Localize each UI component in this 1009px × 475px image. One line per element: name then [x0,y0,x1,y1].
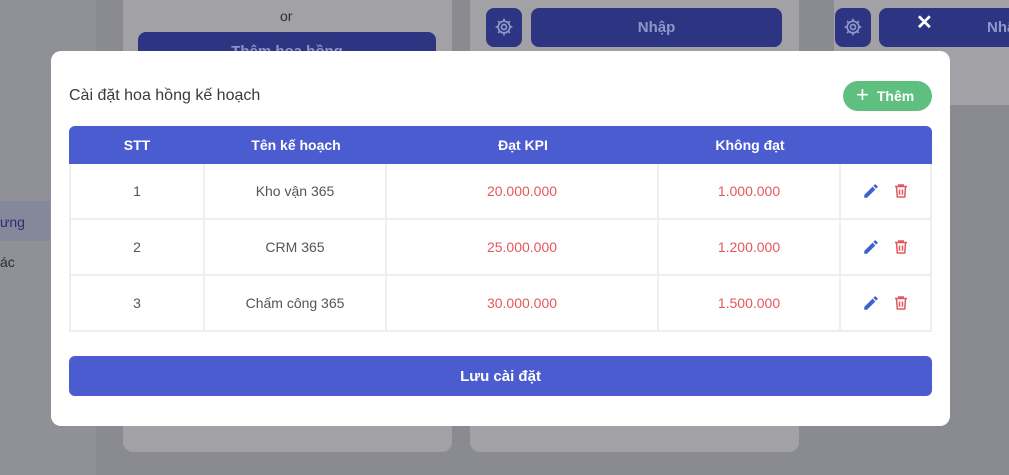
header-plan-name: Tên kế hoạch [251,137,341,153]
cell-kpi-achieved: 25.000.000 [387,220,659,276]
cell-kpi-achieved: 30.000.000 [387,276,659,332]
cell-stt: 3 [71,276,205,332]
header-stt: STT [123,137,151,153]
commission-table: STT Tên kế hoạch Đạt KPI Không đạt 1 Kho… [69,126,932,332]
header-kpi-achieved: Đạt KPI [498,137,548,153]
gear-icon [495,18,513,36]
cell-actions [841,164,932,220]
cell-kpi-achieved: 20.000.000 [387,164,659,220]
table-row: 2 CRM 365 25.000.000 1.200.000 [69,220,932,276]
cell-plan-name: Chấm công 365 [205,276,387,332]
edit-icon[interactable] [862,294,880,312]
settings-button[interactable] [486,8,522,47]
import-button-secondary[interactable]: Nhậ [879,8,1009,47]
trash-icon[interactable] [892,238,910,256]
cell-not-achieved: 1.200.000 [659,220,841,276]
header-not-achieved: Không đạt [715,137,785,153]
commission-settings-modal: Cài đặt hoa hồng kế hoạch + Thêm STT Tên… [51,51,950,426]
add-plan-label: Thêm [876,88,915,104]
trash-icon[interactable] [892,182,910,200]
edit-icon[interactable] [862,182,880,200]
close-icon[interactable]: ✕ [916,10,933,35]
trash-icon[interactable] [892,294,910,312]
header-actions [841,126,932,164]
cell-actions [841,276,932,332]
cell-stt: 1 [71,164,205,220]
edit-icon[interactable] [862,238,880,256]
modal-title: Cài đặt hoa hồng kế hoạch [69,87,261,104]
gear-icon [844,18,862,36]
table-header: STT Tên kế hoạch Đạt KPI Không đạt [69,126,932,164]
add-plan-button[interactable]: + Thêm [843,81,932,111]
sidebar-item-active[interactable]: ưng [0,201,50,241]
cell-plan-name: CRM 365 [205,220,387,276]
table-row: 3 Chấm công 365 30.000.000 1.500.000 [69,276,932,332]
cell-plan-name: Kho vận 365 [205,164,387,220]
import-button[interactable]: Nhập [531,8,782,47]
cell-not-achieved: 1.500.000 [659,276,841,332]
save-settings-button[interactable]: Lưu cài đặt [69,356,932,396]
cell-stt: 2 [71,220,205,276]
settings-button-secondary[interactable] [835,8,871,47]
or-label: or [280,8,293,24]
cell-actions [841,220,932,276]
sidebar-item-other[interactable]: ác [0,254,15,270]
plus-icon: + [856,82,869,107]
cell-not-achieved: 1.000.000 [659,164,841,220]
table-row: 1 Kho vận 365 20.000.000 1.000.000 [69,164,932,220]
